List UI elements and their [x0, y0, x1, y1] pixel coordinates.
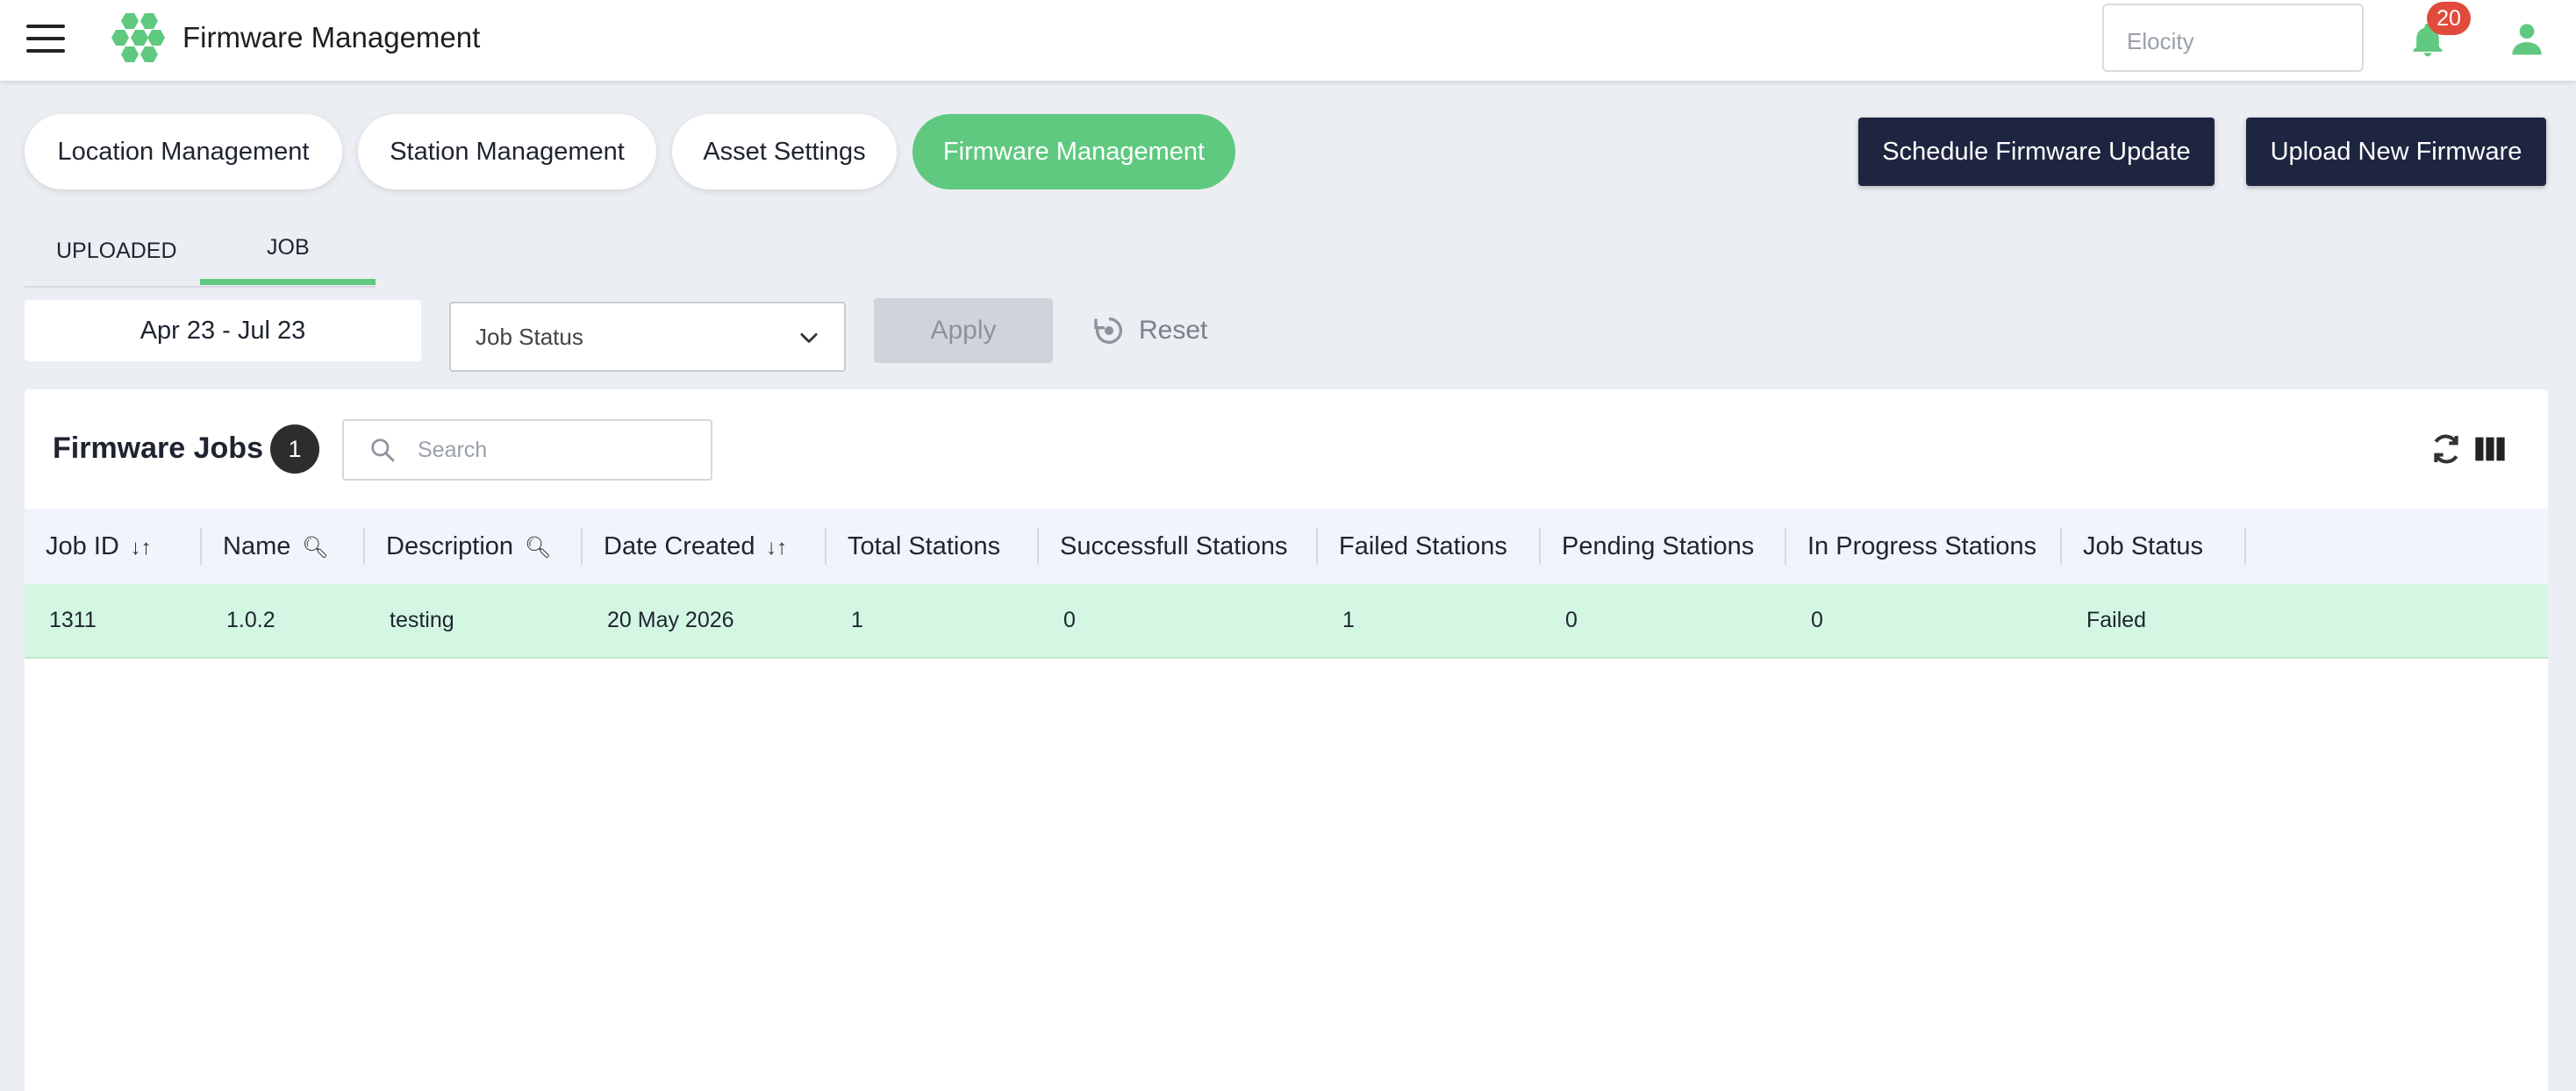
- sub-tabs: UPLOADED JOB: [25, 216, 376, 288]
- column-label: Failed Stations: [1339, 531, 1507, 560]
- cell-name: 1.0.2: [226, 608, 275, 632]
- cell-failed-stations: 1: [1342, 608, 1355, 632]
- refresh-icon[interactable]: [2429, 431, 2464, 467]
- panel-title: Firmware Jobs: [53, 431, 263, 465]
- apply-button[interactable]: Apply: [874, 298, 1053, 363]
- sort-icon[interactable]: ↓↑: [125, 536, 151, 560]
- table-row[interactable]: 1311 1.0.2 testing 20 May 2026 1 0 1 0 0…: [25, 584, 2548, 658]
- column-label: Job Status: [2083, 531, 2204, 560]
- column-label: Total Stations: [848, 531, 1001, 560]
- firmware-jobs-panel: Firmware Jobs 1 Job ID ↓↑ Name 🔍︎ Descri…: [25, 389, 2548, 1091]
- cell-description: testing: [390, 608, 454, 632]
- tab-firmware-management[interactable]: Firmware Management: [912, 114, 1235, 189]
- search-icon[interactable]: 🔍︎: [519, 536, 551, 560]
- search-icon: [371, 439, 395, 462]
- column-header-total-stations[interactable]: Total Stations: [826, 509, 1039, 584]
- table-header-row: Job ID ↓↑ Name 🔍︎ Description 🔍︎ Date Cr…: [25, 509, 2548, 584]
- cell-total-stations: 1: [851, 608, 863, 632]
- cell-pending-stations: 0: [1565, 608, 1578, 632]
- sort-icon[interactable]: ↓↑: [761, 536, 787, 560]
- column-header-name[interactable]: Name 🔍︎: [202, 509, 365, 584]
- chevron-down-icon: [800, 332, 818, 343]
- column-header-job-id[interactable]: Job ID ↓↑: [25, 509, 202, 584]
- jobs-count-badge: 1: [270, 424, 319, 474]
- search-icon[interactable]: 🔍︎: [296, 536, 328, 560]
- firmware-jobs-table: Job ID ↓↑ Name 🔍︎ Description 🔍︎ Date Cr…: [25, 509, 2548, 659]
- column-header-successfull-stations[interactable]: Successfull Stations: [1039, 509, 1318, 584]
- cell-successfull-stations: 0: [1063, 608, 1076, 632]
- column-header-description[interactable]: Description 🔍︎: [365, 509, 583, 584]
- app-title: Firmware Management: [182, 21, 481, 53]
- column-label: Description: [386, 531, 514, 560]
- organization-selector[interactable]: Elocity: [2102, 4, 2364, 72]
- column-label: Date Created: [604, 531, 755, 560]
- menu-icon[interactable]: [26, 25, 65, 54]
- job-status-placeholder: Job Status: [476, 323, 583, 350]
- columns-icon[interactable]: [2472, 431, 2508, 467]
- search-box: [342, 419, 712, 481]
- reset-button[interactable]: Reset: [1091, 310, 1207, 351]
- user-account-icon[interactable]: [2509, 21, 2544, 56]
- column-label: Job ID: [46, 531, 119, 560]
- date-range-picker[interactable]: Apr 23 - Jul 23: [25, 300, 421, 361]
- tab-job[interactable]: JOB: [267, 235, 310, 260]
- cell-in-progress-stations: 0: [1811, 608, 1823, 632]
- cell-date-created: 20 May 2026: [607, 608, 734, 632]
- upload-new-firmware-button[interactable]: Upload New Firmware: [2246, 118, 2546, 186]
- column-header-in-progress-stations[interactable]: In Progress Stations: [1786, 509, 2062, 584]
- column-header-spacer: [2246, 509, 2548, 584]
- reset-icon: [1094, 317, 1123, 344]
- job-status-select[interactable]: Job Status: [449, 302, 846, 372]
- cell-job-status: Failed: [2086, 608, 2147, 632]
- tab-uploaded[interactable]: UPLOADED: [56, 239, 177, 264]
- reset-label: Reset: [1139, 316, 1208, 345]
- active-tab-indicator: [200, 279, 376, 285]
- tab-location-management[interactable]: Location Management: [25, 114, 342, 189]
- tab-asset-settings[interactable]: Asset Settings: [672, 114, 897, 189]
- column-header-job-status[interactable]: Job Status: [2062, 509, 2246, 584]
- column-header-pending-stations[interactable]: Pending Stations: [1541, 509, 1786, 584]
- schedule-firmware-update-button[interactable]: Schedule Firmware Update: [1858, 118, 2215, 186]
- notification-count-badge: 20: [2427, 2, 2471, 35]
- column-label: Pending Stations: [1562, 531, 1755, 560]
- column-label: In Progress Stations: [1807, 531, 2037, 560]
- cell-spacer: [2246, 584, 2548, 658]
- top-bar: Firmware Management Elocity 20: [0, 0, 2576, 81]
- column-header-date-created[interactable]: Date Created ↓↑: [583, 509, 826, 584]
- cell-job-id: 1311: [49, 608, 97, 632]
- column-label: Successfull Stations: [1060, 531, 1288, 560]
- tab-station-management[interactable]: Station Management: [358, 114, 656, 189]
- hexagon-logo-icon: [111, 13, 165, 62]
- search-input[interactable]: [416, 436, 700, 464]
- column-label: Name: [223, 531, 291, 560]
- column-header-failed-stations[interactable]: Failed Stations: [1318, 509, 1541, 584]
